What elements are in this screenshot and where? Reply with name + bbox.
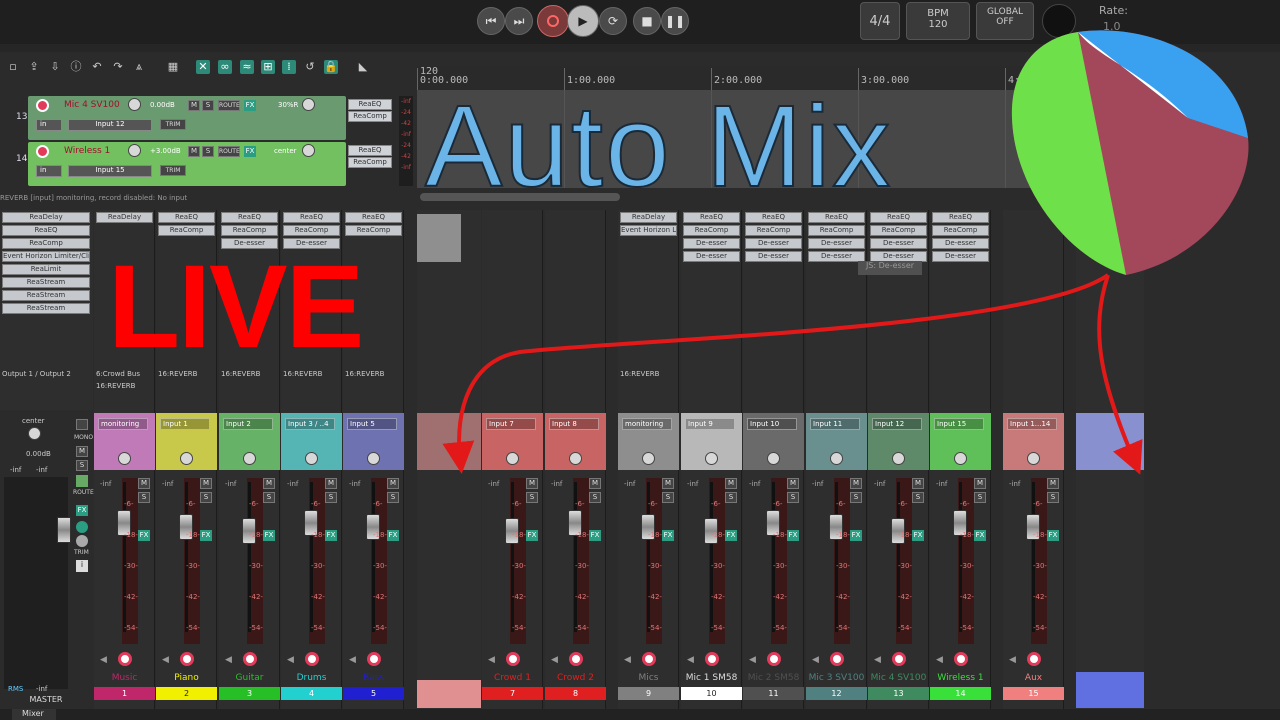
arrow-to-crowd-bus <box>442 273 1110 474</box>
js-deesser-label: JS: De-esser <box>858 261 922 275</box>
reaper-logo <box>1011 30 1249 275</box>
arrow-overlay <box>442 30 1249 475</box>
arrow-to-reverb <box>1097 274 1143 475</box>
